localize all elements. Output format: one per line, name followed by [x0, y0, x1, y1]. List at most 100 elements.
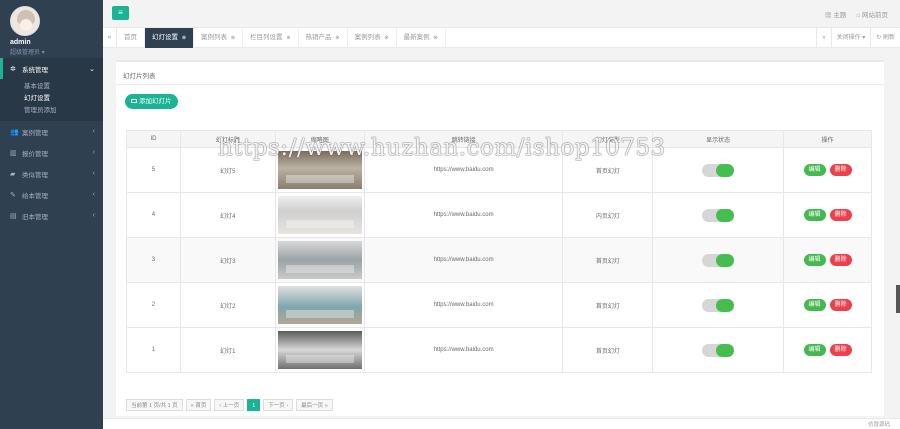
- cell-actions: 编辑 删除: [783, 147, 872, 193]
- table-row: 1 幻灯1 https://www.baidu.com 首页幻灯 编辑 删除: [126, 327, 872, 373]
- sidebar-item-label: 报价管理: [22, 150, 48, 158]
- cell-status: [652, 237, 785, 283]
- status-toggle[interactable]: [702, 208, 735, 222]
- sidebar-item-content[interactable]: ✎ 给本管理 ‹: [0, 184, 103, 205]
- scrollbar-thumb[interactable]: [896, 285, 900, 313]
- sidebar-subitem-slides[interactable]: 幻灯设置: [0, 93, 103, 105]
- cell-title: 幻灯3: [179, 237, 276, 283]
- cell-type: 首页幻灯: [562, 327, 654, 373]
- sidebar-item-similar[interactable]: ▰ 类似管理 ‹: [0, 163, 103, 184]
- refresh-button[interactable]: ↻ 刷新: [870, 27, 900, 48]
- cell-link: https://www.baidu.com: [363, 327, 564, 373]
- delete-button[interactable]: 删除: [829, 164, 852, 176]
- home-link[interactable]: ⌂ 网站前页: [856, 9, 888, 19]
- cell-link: https://www.baidu.com: [363, 192, 564, 238]
- edit-button[interactable]: 编辑: [803, 164, 826, 176]
- tab-scroll-right-icon[interactable]: »: [816, 27, 830, 48]
- tab-category[interactable]: 栏目列设置 ⊗: [243, 27, 299, 48]
- table-row: 4 幻灯4 https://www.baidu.com 内页幻灯 编辑 删除: [126, 192, 872, 238]
- delete-button[interactable]: 删除: [829, 254, 852, 266]
- current-page-button[interactable]: 1: [247, 399, 261, 411]
- hamburger-icon[interactable]: ≡: [112, 6, 129, 20]
- cell-title: 幻灯1: [179, 327, 276, 373]
- cell-type: 首页幻灯: [562, 282, 654, 328]
- close-icon[interactable]: ⊗: [231, 35, 235, 41]
- avatar[interactable]: [10, 6, 40, 36]
- slide-thumbnail: [277, 331, 362, 369]
- cell-link: https://www.baidu.com: [363, 282, 564, 328]
- prev-page-button[interactable]: ‹ 上一页: [214, 399, 245, 411]
- theme-link[interactable]: ▦ 主题: [825, 9, 846, 19]
- user-role[interactable]: 超级管理员 ▾: [10, 47, 103, 56]
- cell-actions: 编辑 删除: [783, 192, 872, 238]
- edit-icon: ✎: [10, 191, 16, 199]
- status-toggle[interactable]: [702, 163, 735, 177]
- close-icon[interactable]: ⊗: [433, 35, 437, 41]
- sidebar-item-quotes[interactable]: ▥ 报价管理 ‹: [0, 142, 103, 163]
- close-actions-dropdown[interactable]: 关闭操作 ▾: [830, 27, 871, 48]
- sidebar-item-old[interactable]: ▤ 旧本管理 ‹: [0, 205, 103, 226]
- status-toggle[interactable]: [702, 343, 735, 357]
- cell-id: 5: [126, 147, 181, 193]
- edit-button[interactable]: 编辑: [803, 209, 826, 221]
- tab-case-list-2[interactable]: 案例列表 ⊗: [348, 27, 397, 48]
- close-icon[interactable]: ⊗: [335, 35, 339, 41]
- table-row: 2 幻灯2 https://www.baidu.com 首页幻灯 编辑 删除: [126, 282, 872, 328]
- add-slide-button[interactable]: 添加幻灯片: [125, 94, 178, 109]
- col-status: 显示状态: [652, 130, 785, 148]
- last-page-button[interactable]: 最后一页 »: [296, 399, 333, 411]
- sidebar-item-system[interactable]: ✲ 系统管理 ⌄: [0, 58, 103, 79]
- top-bar: ≡ ▦ 主题 ⌂ 网站前页: [103, 0, 900, 28]
- cell-thumb: [274, 192, 365, 238]
- divider: [116, 84, 884, 85]
- cell-status: [652, 192, 785, 238]
- sidebar-item-label: 给本管理: [22, 192, 48, 200]
- first-page-button[interactable]: « 首页: [185, 399, 212, 411]
- edit-button[interactable]: 编辑: [803, 299, 826, 311]
- chevron-left-icon: ‹: [92, 149, 95, 156]
- cell-id: 4: [126, 192, 181, 238]
- delete-button[interactable]: 删除: [829, 344, 852, 356]
- chevron-left-icon: ‹: [92, 191, 95, 198]
- truck-icon: ▰: [10, 170, 16, 178]
- chevron-left-icon: ‹: [92, 170, 95, 177]
- tab-slides[interactable]: 幻灯设置 ⊗: [145, 27, 195, 48]
- cell-type: 首页幻灯: [562, 237, 654, 283]
- sidebar-subitem-admin[interactable]: 管理员添加: [0, 105, 103, 117]
- delete-button[interactable]: 删除: [829, 299, 852, 311]
- tab-latest-cases[interactable]: 最新案例 ⊗: [397, 27, 446, 48]
- chevron-left-icon: ‹: [92, 212, 95, 219]
- profile: admin 超级管理员 ▾: [0, 0, 103, 58]
- tab-case-list[interactable]: 案例列表 ⊗: [194, 27, 244, 48]
- sidebar-subitem-basic[interactable]: 基本设置: [0, 81, 103, 93]
- status-toggle[interactable]: [702, 253, 735, 267]
- close-icon[interactable]: ⊗: [182, 35, 186, 41]
- sidebar-item-cases[interactable]: 👥 案例管理 ‹: [0, 121, 103, 142]
- cell-actions: 编辑 删除: [783, 282, 872, 328]
- close-icon[interactable]: ⊗: [384, 35, 388, 41]
- chevron-down-icon: ⌄: [89, 65, 95, 73]
- tab-scroll-left-icon[interactable]: «: [103, 27, 117, 48]
- slide-thumbnail: [277, 196, 362, 234]
- top-right-links: ▦ 主题 ⌂ 网站前页: [825, 9, 888, 19]
- col-actions: 操作: [783, 130, 872, 148]
- edit-button[interactable]: 编辑: [803, 344, 826, 356]
- close-icon[interactable]: ⊗: [286, 35, 290, 41]
- edit-button[interactable]: 编辑: [803, 254, 826, 266]
- main-content: 幻灯片列表 添加幻灯片 ID 幻灯标题 缩略图 跳转链接 幻灯类型 显示状态 操…: [103, 48, 900, 418]
- status-toggle[interactable]: [702, 298, 735, 312]
- cell-status: [652, 282, 785, 328]
- tab-bar: « 首页 幻灯设置 ⊗ 案例列表 ⊗ 栏目列设置 ⊗ 热销产品 ⊗ 案例列表 ⊗…: [103, 27, 900, 48]
- cell-actions: 编辑 删除: [783, 237, 872, 283]
- delete-button[interactable]: 删除: [829, 209, 852, 221]
- cell-type: 内页幻灯: [562, 192, 654, 238]
- slide-thumbnail: [277, 286, 362, 324]
- tab-home[interactable]: 首页: [117, 27, 145, 48]
- cell-thumb: [274, 237, 365, 283]
- next-page-button[interactable]: 下一页 ›: [263, 399, 294, 411]
- watermark-text: https://www.huzhan.com/ishop10753: [218, 135, 666, 161]
- tab-hot-products[interactable]: 热销产品 ⊗: [299, 27, 348, 48]
- cell-title: 幻灯2: [179, 282, 276, 328]
- sidebar-item-label: 案例管理: [22, 129, 48, 137]
- cell-title: 幻灯4: [179, 192, 276, 238]
